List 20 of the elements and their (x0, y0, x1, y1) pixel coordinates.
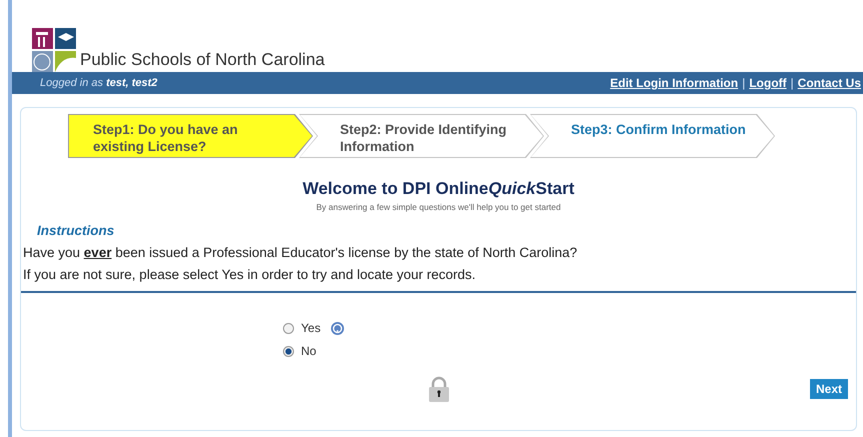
option-label: Yes (301, 321, 321, 335)
lock-icon (428, 376, 450, 402)
logo-icon (32, 28, 76, 72)
instruction-text: If you are not sure, please select Yes in order to try and locate your records. (23, 267, 477, 282)
header-link[interactable]: Logoff (749, 76, 787, 90)
logged-in-text: Logged in as test, test2 (40, 77, 158, 89)
separator: | (790, 76, 794, 90)
radio-button[interactable] (283, 322, 294, 334)
page-title: Welcome to DPI OnlineQuickStart (302, 179, 576, 199)
instructions-heading: Instructions (37, 223, 116, 238)
header-link[interactable]: Edit Login Information (610, 76, 738, 90)
separator: | (742, 76, 746, 90)
instruction-text: Have you ever been issued a Professional Educator's license by the state of North Carolina? (23, 245, 578, 260)
radio-button[interactable] (283, 346, 294, 356)
next-button[interactable]: Next (810, 379, 848, 399)
header-link[interactable]: Contact Us (798, 76, 861, 90)
subtitle: By answering a few simple questions we'll help you to get started (315, 202, 562, 212)
site-name: Public Schools of North Carolina (80, 50, 325, 70)
help-icon[interactable] (330, 322, 344, 334)
option-label: No (301, 344, 316, 358)
